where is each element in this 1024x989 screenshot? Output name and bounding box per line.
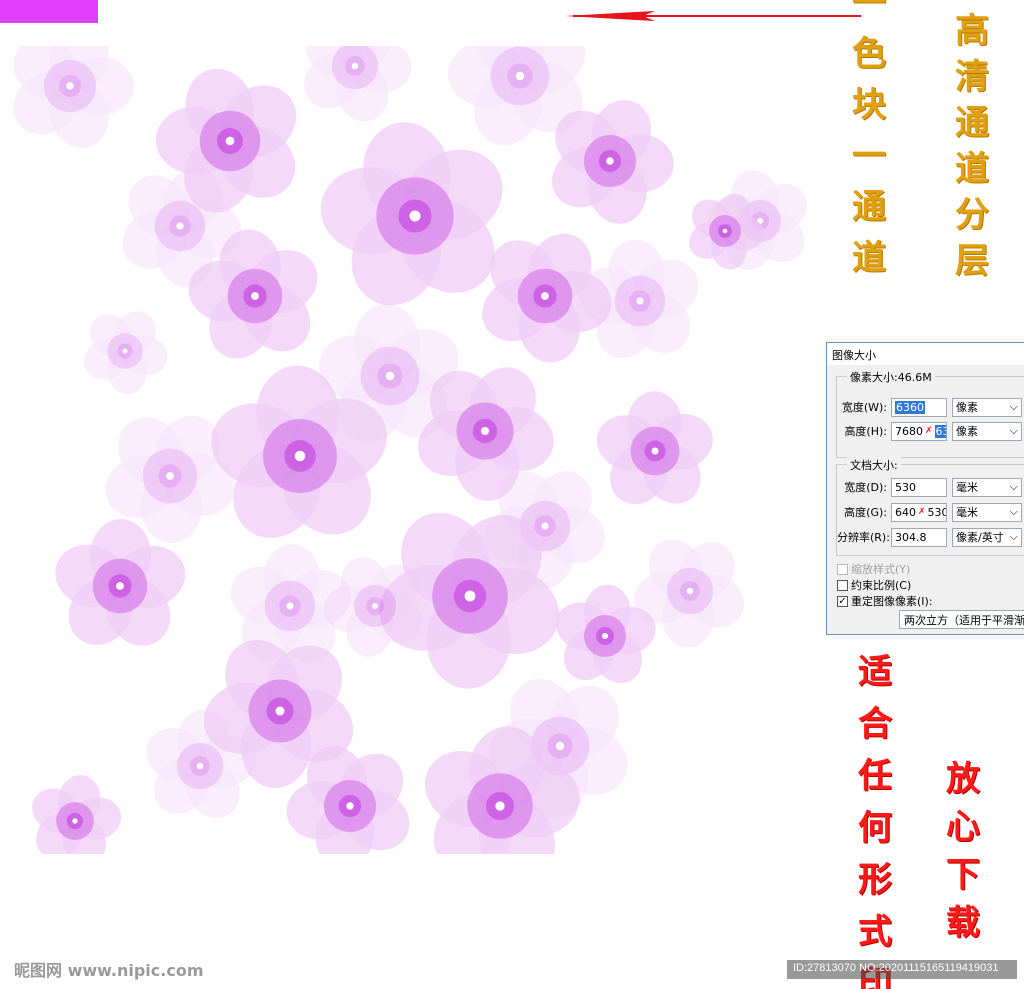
doc-width-unit-select[interactable]: 毫米 ⌵ xyxy=(952,477,1022,497)
pixel-height-unit-select[interactable]: 像素 ⌵ xyxy=(952,421,1022,441)
flower xyxy=(32,775,122,854)
chevron-down-icon: ⌵ xyxy=(1009,480,1018,493)
flower xyxy=(578,239,699,359)
image-size-dialog: 图像大小 像素大小:46.6M 宽度(W): 6360 像素 ⌵ 高度(H): 7… xyxy=(826,342,1024,635)
constrain-proportions-checkbox[interactable]: 约束比例(C) xyxy=(837,577,911,593)
chevron-down-icon: ⌵ xyxy=(1009,424,1018,437)
resample-checkbox[interactable]: ✓ 重定图像像素(I): xyxy=(837,593,933,609)
resolution-unit-select[interactable]: 像素/英寸 ⌵ xyxy=(952,527,1022,547)
flower xyxy=(596,391,713,505)
flower-pattern xyxy=(0,46,830,854)
resolution-label: 分辨率(R): xyxy=(837,531,890,544)
pixel-height-label: 高度(H): xyxy=(844,425,887,438)
doc-height-unit-select[interactable]: 毫米 ⌵ xyxy=(952,502,1022,522)
pixel-width-label: 宽度(W): xyxy=(841,401,887,414)
scale-styles-checkbox[interactable]: 缩放样式(Y) xyxy=(837,561,910,577)
resample-method-select[interactable]: 两次立方（适用于平滑渐变 xyxy=(899,610,1024,629)
chevron-down-icon: ⌵ xyxy=(1009,400,1018,413)
color-swatch xyxy=(0,0,98,23)
pixel-width-unit-select[interactable]: 像素 ⌵ xyxy=(952,397,1022,417)
document-size-group: 文档大小: 宽度(D): 530 毫米 ⌵ 高度(G): 640 ✗ 530 毫米 ⌵ … xyxy=(836,457,1024,556)
resolution-input[interactable]: 304.8 xyxy=(891,527,947,547)
doc-width-input[interactable]: 530 xyxy=(891,477,947,497)
side-label-layers: 高清 通道 分层 xyxy=(955,11,989,281)
document-size-label: 文档大小: xyxy=(847,457,901,473)
flower xyxy=(304,46,412,122)
check-icon: ✓ xyxy=(837,595,848,607)
watermark: 昵图网 www.nipic.com xyxy=(14,961,204,980)
side-label-channel: 一色 块一 通道 xyxy=(852,0,886,278)
pixel-width-input[interactable]: 6360 xyxy=(891,397,947,417)
checkbox-box xyxy=(837,579,848,591)
flower xyxy=(320,122,503,306)
side-label-download: 放心 下载 xyxy=(946,759,980,943)
dialog-title: 图像大小 xyxy=(827,343,1024,365)
checkbox-box xyxy=(837,563,848,575)
side-label-print: 适合 任何 形式 印 xyxy=(858,652,892,989)
pixel-height-input[interactable]: 7680✗6360 xyxy=(891,421,947,441)
image-id-bar: ID:27813070 NO:20201115165119419031 xyxy=(787,960,1017,979)
doc-width-label: 宽度(D): xyxy=(844,481,887,494)
flower xyxy=(84,311,168,395)
pixel-dimensions-group: 像素大小:46.6M 宽度(W): 6360 像素 ⌵ 高度(H): 7680 ✗ 6… xyxy=(836,369,1024,458)
chevron-down-icon: ⌵ xyxy=(1009,505,1018,518)
doc-height-input[interactable]: 640 ✗ 530 xyxy=(891,502,947,522)
pixel-dimensions-label: 像素大小:46.6M xyxy=(847,369,935,385)
chevron-down-icon: ⌵ xyxy=(1009,530,1018,543)
arrow-icon xyxy=(565,11,861,21)
doc-height-label: 高度(G): xyxy=(844,506,887,519)
flower xyxy=(13,46,134,148)
